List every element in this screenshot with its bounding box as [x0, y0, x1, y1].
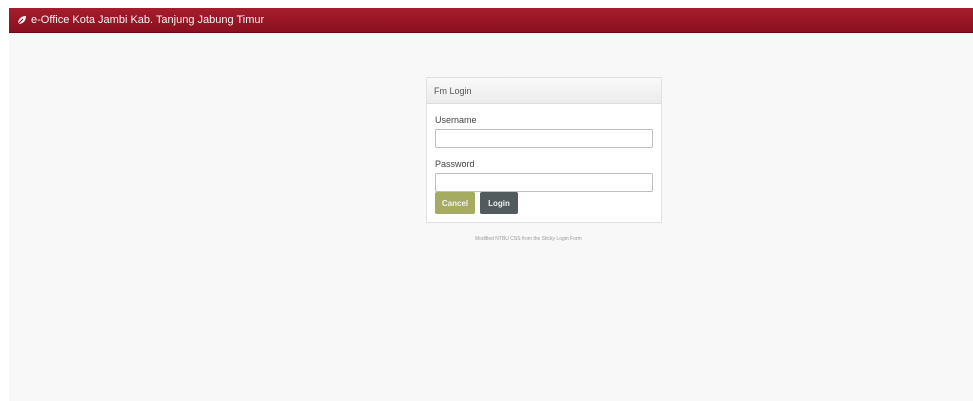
- cancel-button[interactable]: Cancel: [435, 192, 475, 214]
- app-title: e-Office Kota Jambi Kab. Tanjung Jabung …: [31, 14, 265, 26]
- brand[interactable]: e-Office Kota Jambi Kab. Tanjung Jabung …: [17, 13, 264, 27]
- page-background: e-Office Kota Jambi Kab. Tanjung Jabung …: [9, 8, 973, 401]
- username-input[interactable]: [435, 129, 653, 148]
- login-panel-heading: Fm Login: [427, 78, 661, 104]
- password-label: Password: [435, 159, 475, 169]
- screen: e-Office Kota Jambi Kab. Tanjung Jabung …: [0, 0, 973, 401]
- login-panel: Fm Login Username Password Cancel Login: [426, 77, 662, 223]
- footer-credit-link[interactable]: Modified NTBU CSS from the Sticky Login …: [475, 235, 675, 243]
- leaf-icon: [17, 15, 27, 25]
- password-input[interactable]: [435, 173, 653, 192]
- top-navbar: e-Office Kota Jambi Kab. Tanjung Jabung …: [9, 8, 973, 33]
- login-button[interactable]: Login: [480, 192, 518, 214]
- username-label: Username: [435, 115, 477, 125]
